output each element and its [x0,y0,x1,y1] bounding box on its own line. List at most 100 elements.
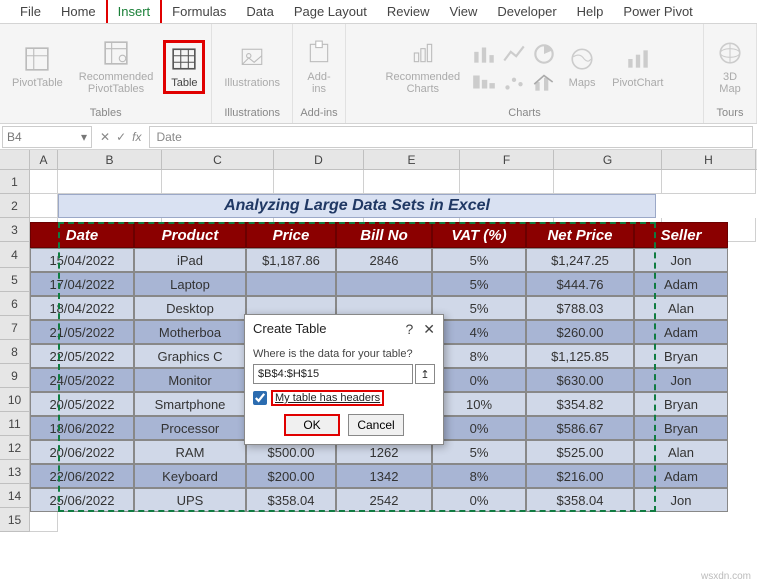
table-cell[interactable]: $525.00 [526,440,634,464]
table-cell[interactable]: RAM [134,440,246,464]
dialog-close-button[interactable]: ✕ [423,321,435,338]
tab-data[interactable]: Data [236,0,283,23]
recommended-pivottables-button[interactable]: Recommended PivotTables [73,37,160,97]
table-row[interactable]: 15/04/2022iPad$1,187.8628465%$1,247.25Jo… [30,248,728,272]
row-header[interactable]: 10 [0,388,30,412]
cancel-button[interactable]: Cancel [348,414,404,436]
table-cell[interactable]: Smartphone [134,392,246,416]
table-cell[interactable]: $200.00 [246,464,336,488]
col-header-h[interactable]: H [662,150,756,169]
col-header-d[interactable]: D [274,150,364,169]
table-cell[interactable]: Adam [634,464,728,488]
col-product[interactable]: Product [134,222,246,248]
table-cell[interactable]: 24/05/2022 [30,368,134,392]
table-cell[interactable]: 5% [432,296,526,320]
cancel-formula-icon[interactable]: ✕ [100,130,110,144]
table-cell[interactable]: Processor [134,416,246,440]
pie-chart-icon[interactable] [530,40,558,68]
table-cell[interactable]: 10% [432,392,526,416]
table-cell[interactable]: Alan [634,296,728,320]
col-header-a[interactable]: A [30,150,58,169]
row-header[interactable]: 9 [0,364,30,388]
table-cell[interactable]: 0% [432,488,526,512]
table-cell[interactable]: $788.03 [526,296,634,320]
table-cell[interactable]: 21/05/2022 [30,320,134,344]
col-header-b[interactable]: B [58,150,162,169]
combo-chart-icon[interactable] [530,68,558,96]
table-cell[interactable]: 4% [432,320,526,344]
addins-button[interactable]: Add- ins [299,37,339,97]
table-cell[interactable]: Bryan [634,344,728,368]
column-chart-icon[interactable] [470,40,498,68]
tab-power-pivot[interactable]: Power Pivot [613,0,702,23]
row-header[interactable]: 6 [0,292,30,316]
scatter-chart-icon[interactable] [500,68,528,96]
table-cell[interactable]: 22/06/2022 [30,464,134,488]
fx-icon[interactable]: fx [132,130,141,144]
row-header[interactable]: 7 [0,316,30,340]
tab-developer[interactable]: Developer [487,0,566,23]
col-header-c[interactable]: C [162,150,274,169]
table-cell[interactable]: Adam [634,272,728,296]
table-cell[interactable]: 5% [432,248,526,272]
col-seller[interactable]: Seller [634,222,728,248]
table-cell[interactable]: $358.04 [246,488,336,512]
table-row[interactable]: 25/06/2022UPS$358.0425420%$358.04Jon [30,488,728,512]
table-cell[interactable]: 20/06/2022 [30,440,134,464]
table-cell[interactable]: Jon [634,368,728,392]
table-cell[interactable]: 18/06/2022 [30,416,134,440]
ok-button[interactable]: OK [284,414,340,436]
line-chart-icon[interactable] [500,40,528,68]
headers-checkbox-label[interactable]: My table has headers [271,390,384,406]
row-header[interactable]: 2 [0,194,30,218]
accept-formula-icon[interactable]: ✓ [116,130,126,144]
table-cell[interactable]: 20/05/2022 [30,392,134,416]
row-header[interactable]: 4 [0,242,30,268]
table-cell[interactable]: Bryan [634,416,728,440]
table-cell[interactable]: Keyboard [134,464,246,488]
table-cell[interactable]: $358.04 [526,488,634,512]
tab-page-layout[interactable]: Page Layout [284,0,377,23]
pivotchart-button[interactable]: PivotChart [606,43,669,91]
recommended-charts-button[interactable]: Recommended Charts [380,37,467,97]
table-row[interactable]: 22/06/2022Keyboard$200.0013428%$216.00Ad… [30,464,728,488]
row-header[interactable]: 13 [0,460,30,484]
table-row[interactable]: 17/04/2022Laptop5%$444.76Adam [30,272,728,296]
row-header[interactable]: 1 [0,170,30,194]
row-header[interactable]: 3 [0,218,30,242]
table-cell[interactable]: 18/04/2022 [30,296,134,320]
name-box[interactable]: B4 ▾ [2,126,92,148]
row-header[interactable]: 12 [0,436,30,460]
table-cell[interactable]: Adam [634,320,728,344]
table-cell[interactable]: $1,125.85 [526,344,634,368]
dialog-help-button[interactable]: ? [405,321,413,338]
row-header[interactable]: 14 [0,484,30,508]
tab-home[interactable]: Home [51,0,106,23]
table-cell[interactable]: $260.00 [526,320,634,344]
table-cell[interactable]: 22/05/2022 [30,344,134,368]
tab-help[interactable]: Help [567,0,614,23]
col-date[interactable]: Date [30,222,134,248]
row-header[interactable]: 8 [0,340,30,364]
col-netprice[interactable]: Net Price [526,222,634,248]
table-cell[interactable]: Jon [634,248,728,272]
illustrations-button[interactable]: Illustrations [218,43,286,91]
table-button[interactable]: Table [163,40,205,94]
table-cell[interactable]: Alan [634,440,728,464]
select-all-corner[interactable] [0,150,30,169]
table-cell[interactable]: $630.00 [526,368,634,392]
table-cell[interactable]: Graphics C [134,344,246,368]
table-cell[interactable]: $216.00 [526,464,634,488]
tab-insert[interactable]: Insert [106,0,163,23]
table-cell[interactable]: $1,187.86 [246,248,336,272]
table-cell[interactable]: Monitor [134,368,246,392]
table-cell[interactable]: $586.67 [526,416,634,440]
table-cell[interactable]: Jon [634,488,728,512]
maps-button[interactable]: Maps [562,43,602,91]
table-cell[interactable]: $354.82 [526,392,634,416]
table-cell[interactable]: 8% [432,464,526,488]
table-cell[interactable]: $1,247.25 [526,248,634,272]
headers-checkbox[interactable] [253,391,267,405]
tab-view[interactable]: View [439,0,487,23]
table-cell[interactable]: 1342 [336,464,432,488]
